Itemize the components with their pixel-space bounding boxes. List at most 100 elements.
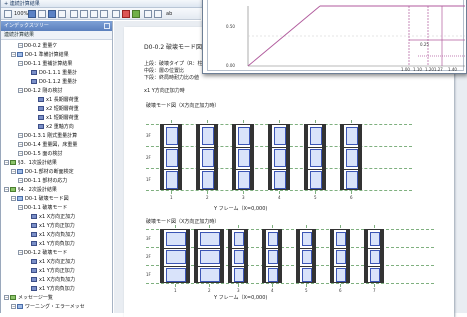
- level-label: 3F: [146, 133, 151, 138]
- hinge-cell: [166, 127, 178, 145]
- next-page-icon[interactable]: [90, 10, 98, 18]
- tree-item[interactable]: − D0-1.5 面の検討: [18, 150, 111, 159]
- find-icon[interactable]: [154, 10, 162, 18]
- expand-toggle-icon[interactable]: [32, 97, 37, 102]
- tree-item[interactable]: − §3．1次設計結果: [4, 159, 111, 168]
- tree-item[interactable]: D0-1.1.1 重量計: [25, 69, 111, 78]
- last-page-icon[interactable]: [100, 10, 108, 18]
- folder-icon: [10, 295, 16, 300]
- expand-toggle-icon[interactable]: −: [18, 43, 23, 48]
- expand-toggle-icon[interactable]: [32, 106, 37, 111]
- tree-item[interactable]: x1 X方向正加力: [25, 213, 111, 222]
- tree-item[interactable]: − D0-0.2 重量ケ: [18, 42, 111, 51]
- prev-page-icon[interactable]: [80, 10, 88, 18]
- expand-toggle-icon[interactable]: [25, 268, 30, 273]
- tree-item[interactable]: − §4．2次設計結果: [4, 186, 111, 195]
- tree-item[interactable]: − D0-1.3.1 剛式重量計算: [18, 132, 111, 141]
- expand-toggle-icon[interactable]: −: [11, 52, 16, 57]
- hinge-cell: [346, 171, 358, 189]
- column: [346, 230, 349, 282]
- axis-label: 4: [278, 195, 281, 200]
- tree-item[interactable]: − D0-1.2 破壊モード: [18, 249, 111, 258]
- expand-toggle-icon[interactable]: −: [18, 250, 23, 255]
- tree-item[interactable]: x1 X方向負加力: [25, 276, 111, 285]
- tree-item[interactable]: − D0-1.1 重補計算結果: [18, 60, 111, 69]
- meta-line-3: 下段：終局時耐力比の値: [144, 75, 200, 81]
- zoom-level[interactable]: 100%: [14, 10, 28, 18]
- expand-toggle-icon[interactable]: [25, 232, 30, 237]
- tree-item[interactable]: x2 重軸方向: [32, 123, 111, 132]
- column: [220, 230, 223, 282]
- expand-toggle-icon[interactable]: −: [18, 205, 23, 210]
- open-icon[interactable]: [4, 10, 12, 18]
- stop-icon[interactable]: [122, 10, 130, 18]
- zoom-out-icon[interactable]: [38, 10, 46, 18]
- tree-item[interactable]: x1 X方向負加力: [25, 231, 111, 240]
- expand-toggle-icon[interactable]: [25, 79, 30, 84]
- expand-toggle-icon[interactable]: −: [18, 142, 23, 147]
- tree-item[interactable]: − ワーニング・エラーメッセ: [11, 303, 111, 312]
- tree-item[interactable]: x1 Y方向負加力: [25, 285, 111, 294]
- expand-toggle-icon[interactable]: [25, 286, 30, 291]
- tree-item[interactable]: x2 短期層荷重: [32, 105, 111, 114]
- expand-toggle-icon[interactable]: −: [4, 160, 9, 165]
- panel-subtitle: 連続計算結果: [1, 31, 112, 40]
- tree-item[interactable]: − D0-1 準備計算結果: [11, 51, 111, 60]
- frame-bay: [340, 124, 362, 190]
- tree-item[interactable]: x1 長期層荷重: [32, 96, 111, 105]
- tree-item[interactable]: − D0-1 破壊モード図: [11, 195, 111, 204]
- folder-icon: [10, 187, 16, 192]
- tree-item[interactable]: x1 Y方向正加力: [25, 222, 111, 231]
- copy-icon[interactable]: [144, 10, 152, 18]
- hinge-cell: [166, 250, 186, 264]
- expand-toggle-icon[interactable]: −: [18, 151, 23, 156]
- expand-toggle-icon[interactable]: −: [18, 178, 23, 183]
- expand-toggle-icon[interactable]: −: [4, 295, 9, 300]
- hinge-cell: [268, 268, 278, 282]
- expand-toggle-icon[interactable]: −: [4, 187, 9, 192]
- tree-item[interactable]: − D0-1.部材の断面検定: [11, 168, 111, 177]
- toolbar-label[interactable]: ab: [166, 10, 172, 18]
- first-page-icon[interactable]: [70, 10, 78, 18]
- expand-toggle-icon[interactable]: −: [18, 61, 23, 66]
- expand-toggle-icon[interactable]: [25, 241, 30, 246]
- expand-toggle-icon[interactable]: −: [18, 133, 23, 138]
- expand-toggle-icon[interactable]: [32, 115, 37, 120]
- expand-toggle-icon[interactable]: [25, 277, 30, 282]
- tree-item[interactable]: − D0-1.2 剛の検討: [18, 87, 111, 96]
- tree-item[interactable]: D0-1.1.2 重量計: [25, 78, 111, 87]
- tree-item-label: D0-1 準備計算結果: [25, 52, 69, 58]
- expand-toggle-icon[interactable]: [25, 214, 30, 219]
- fit-icon[interactable]: [48, 10, 56, 18]
- tree-item[interactable]: x1 X方向正加力: [25, 258, 111, 267]
- tree-item-label: x1 Y方向負加力: [39, 286, 75, 292]
- frame-bay: [330, 229, 350, 283]
- floor-beam: [161, 248, 189, 249]
- tree-item[interactable]: − D0-1.1 破壊モード: [18, 204, 111, 213]
- tree-item[interactable]: − D0-1.4 重量図，床重量: [18, 141, 111, 150]
- x-tick-4: 1.40: [448, 67, 457, 72]
- expand-toggle-icon[interactable]: [32, 124, 37, 129]
- tree-item[interactable]: x1 Y方向正加力: [25, 267, 111, 276]
- expand-toggle-icon[interactable]: −: [11, 169, 16, 174]
- print-icon[interactable]: [112, 10, 120, 18]
- column: [297, 230, 300, 282]
- frame-bay: [228, 229, 248, 283]
- column: [197, 125, 200, 189]
- expand-toggle-icon[interactable]: [25, 223, 30, 228]
- expand-toggle-icon[interactable]: −: [11, 196, 16, 201]
- expand-toggle-icon[interactable]: [25, 259, 30, 264]
- tree-item[interactable]: − D0-1.1 部材の応力: [18, 177, 111, 186]
- tree-item[interactable]: − メッセージ一覧: [4, 294, 111, 303]
- refresh-icon[interactable]: [132, 10, 140, 18]
- expand-toggle-icon[interactable]: −: [18, 88, 23, 93]
- tree-item[interactable]: x1 Y方向負加力: [25, 240, 111, 249]
- page-icon[interactable]: [58, 10, 66, 18]
- zoom-in-icon[interactable]: [28, 10, 36, 18]
- column: [214, 125, 217, 189]
- tree-item[interactable]: x1 短期層荷重: [32, 114, 111, 123]
- pin-icon[interactable]: [104, 23, 110, 29]
- graph-popup-window[interactable]: 0.50 0.00 0.25 1.00 1.10 1.201.27 1.40: [202, 0, 467, 74]
- expand-toggle-icon[interactable]: [25, 70, 30, 75]
- expand-toggle-icon[interactable]: −: [11, 304, 16, 309]
